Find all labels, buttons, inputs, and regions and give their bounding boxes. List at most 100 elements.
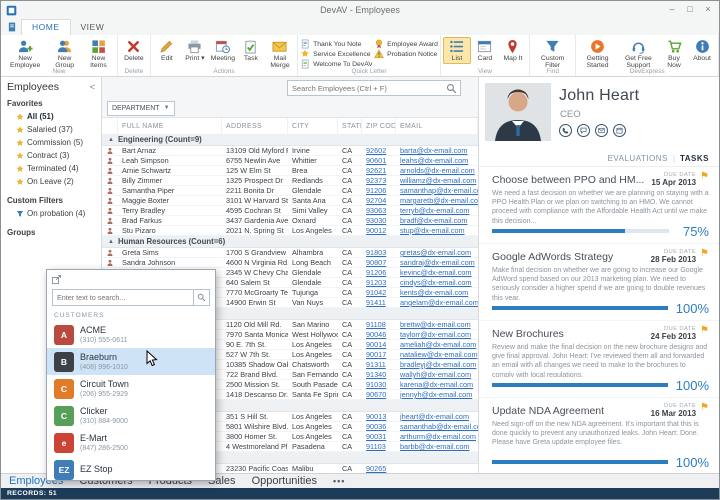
phone-button[interactable] [559,124,572,137]
email-link[interactable]: kents@dx-email.com [400,288,468,297]
sidebar-item-on-leave-2[interactable]: On Leave (2) [1,175,101,188]
column-header-address[interactable]: ADDRESS [222,118,288,134]
zip-link[interactable]: 91103 [366,442,386,451]
detail-tab-tasks[interactable]: TASKS [680,154,709,163]
probation-notice-menu-item[interactable]: Probation Notice [374,49,438,59]
email-link[interactable]: jheart@dx-email.com [400,412,469,421]
customer-item-acme[interactable]: A ACME (310) 555-0611 [47,321,215,348]
email-link[interactable]: arnolds@dx-email.com [400,166,475,175]
zip-link[interactable]: 91803 [366,248,386,257]
email-link[interactable]: stup@dx-email.com [400,226,465,235]
detail-tab-evaluations[interactable]: EVALUATIONS [608,154,668,163]
minimize-button[interactable]: – [663,1,681,19]
email-link[interactable]: williamz@dx-email.com [400,176,476,185]
calendar-button[interactable] [613,124,626,137]
map-it-button[interactable]: Map It [499,37,527,64]
employee-row[interactable]: Greta Sims1700 S Grandview Dr.AlhambraCA… [102,248,478,258]
zip-link[interactable]: 91030 [366,380,386,389]
task-card[interactable]: Choose between PPO and HM... DUE DATE 15… [479,167,719,244]
zip-link[interactable]: 90265 [366,464,386,473]
email-link[interactable]: margaretb@dx-email.com [400,196,478,205]
close-button[interactable]: × [699,1,717,19]
task-card[interactable]: New Brochures DUE DATE 24 Feb 2013 ⚑ Rev… [479,321,719,398]
employee-row[interactable]: Arnie Schwartz125 W Elm StBreaCA92621arn… [102,166,478,176]
flag-icon[interactable]: ⚑ [700,172,709,182]
zip-link[interactable]: 91206 [366,268,386,277]
edit-button[interactable]: Edit [153,37,181,64]
flag-icon[interactable]: ⚑ [700,403,709,413]
group-row[interactable]: ▲Engineering (Count=9) [102,134,478,146]
zip-link[interactable]: 91311 [366,360,386,369]
zip-link[interactable]: 90014 [366,340,386,349]
employee-row[interactable]: Sandra Johnson4600 N Virginia Rd.Long Be… [102,258,478,268]
maximize-button[interactable]: □ [681,1,699,19]
search-input[interactable] [288,84,446,93]
zip-link[interactable]: 92621 [366,166,386,175]
sidebar-item-on-probation-4[interactable]: On probation (4) [1,207,101,220]
email-link[interactable]: wallyh@dx-email.com [400,370,471,379]
zip-link[interactable]: 90031 [366,432,386,441]
popup-search-box[interactable] [52,289,210,306]
employee-row[interactable]: Brad Farkus3437 Gardenia AveOxnardCA9303… [102,216,478,226]
email-link[interactable]: barbb@dx-email.com [400,442,469,451]
flag-icon[interactable]: ⚑ [700,326,709,336]
zip-link[interactable]: 90036 [366,422,386,431]
column-header-state[interactable]: STATE [338,118,362,134]
email-link[interactable]: barta@dx-email.com [400,146,467,155]
employee-row[interactable]: Billy Zimmer1325 Prospect DrRedlandsCA92… [102,176,478,186]
popup-search-input[interactable] [53,293,193,302]
email-link[interactable]: karena@dx-email.com [400,380,473,389]
sidebar-item-contract-3[interactable]: Contract (3) [1,149,101,162]
delete-button[interactable]: Delete [120,37,148,64]
email-link[interactable]: angelam@dx-email.com [400,298,478,307]
zip-link[interactable]: 90012 [366,226,386,235]
employee-row[interactable]: Leah Simpson6755 Newlin AveWhittierCA906… [102,156,478,166]
employee-row[interactable]: Bart Arnaz13109 Old Myford RdIrvineCA926… [102,146,478,156]
zip-link[interactable]: 91340 [366,370,386,379]
employee-row[interactable]: Samantha Piper2211 Bonita DrGlendaleCA91… [102,186,478,196]
file-icon[interactable] [7,22,17,32]
email-link[interactable]: kevinc@dx-email.com [400,268,471,277]
zip-link[interactable]: 91411 [366,298,386,307]
email-link[interactable]: arthurm@dx-email.com [400,432,476,441]
task-card[interactable]: Google AdWords Strategy DUE DATE 28 Feb … [479,244,719,321]
zip-link[interactable]: 90601 [366,156,386,165]
module-tab-opportunities[interactable]: Opportunities [252,475,317,487]
mail-button[interactable] [595,124,608,137]
tab-view[interactable]: VIEW [71,19,115,35]
email-link[interactable]: sandraj@dx-email.com [400,258,475,267]
zip-link[interactable]: 92373 [366,176,386,185]
sidebar-section-favorites[interactable]: Favorites [1,97,101,110]
column-header-full-name[interactable]: FULL NAME [118,118,222,134]
email-link[interactable]: gretas@dx-email.com [400,248,471,257]
thank-you-note-menu-item[interactable]: Thank You Note [300,39,372,49]
email-link[interactable]: samanthap@dx-email.com [400,186,478,195]
zip-link[interactable]: 90670 [366,390,386,399]
zip-link[interactable]: 91042 [366,288,386,297]
zip-link[interactable]: 92704 [366,196,386,205]
customer-item-e-mart[interactable]: e E-Mart (847) 286-2500 [47,429,215,456]
meeting-button[interactable]: Meeting [209,37,237,64]
email-link[interactable]: leahs@dx-email.com [400,156,468,165]
email-link[interactable]: terryb@dx-email.com [400,206,469,215]
email-link[interactable]: jennyh@dx-email.com [400,390,472,399]
popup-search-button[interactable] [193,290,209,305]
flag-icon[interactable]: ⚑ [700,249,709,259]
customer-item-braeburn[interactable]: B Braeburn (408) 996-1010 [47,348,215,375]
column-header-zip-code[interactable]: ZIP CODE [362,118,396,134]
task-card[interactable]: Update NDA Agreement DUE DATE 16 Mar 201… [479,398,719,473]
zip-link[interactable]: 92602 [366,146,386,155]
task-button[interactable]: Task [237,37,265,64]
sidebar-section-custom-filters[interactable]: Custom Filters [1,194,101,207]
email-link[interactable]: cindys@dx-email.com [400,278,471,287]
zip-link[interactable]: 93063 [366,206,386,215]
email-link[interactable]: taylorr@dx-email.com [400,330,471,339]
group-by-chip[interactable]: DEPARTMENT ▼ [107,101,175,116]
email-link[interactable]: bradf@dx-email.com [400,216,467,225]
service-excellence-menu-item[interactable]: Service Excellence [300,49,372,59]
sidebar-item-terminated-4[interactable]: Terminated (4) [1,162,101,175]
zip-link[interactable]: 91108 [366,320,386,329]
sidebar-item-salaried-37[interactable]: Salaried (37) [1,123,101,136]
employee-row[interactable]: Terry Bradley4595 Cochran StSimi ValleyC… [102,206,478,216]
module-tabs-overflow[interactable]: ••• [333,476,345,486]
